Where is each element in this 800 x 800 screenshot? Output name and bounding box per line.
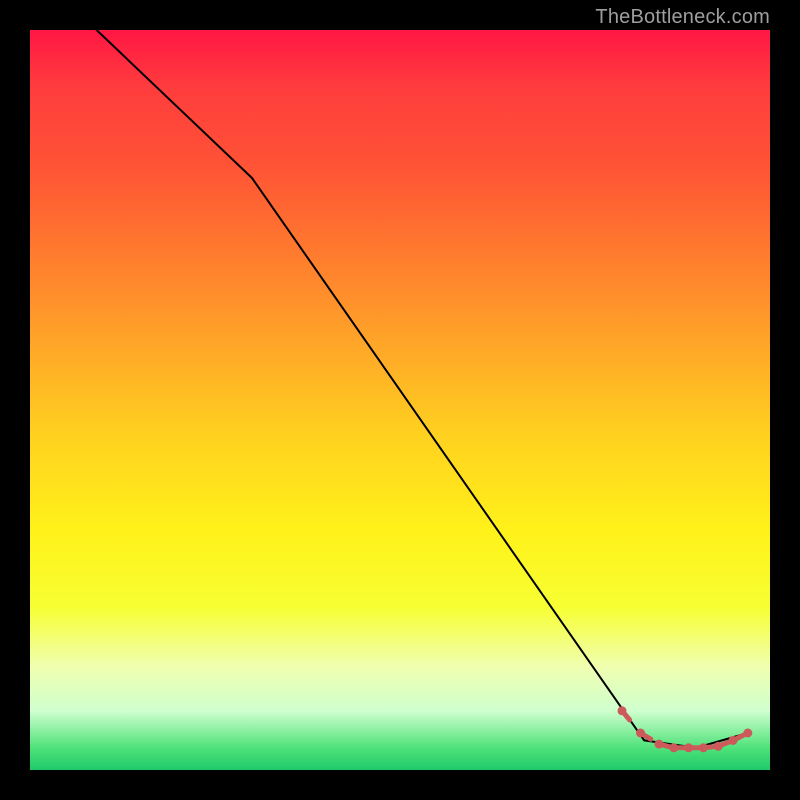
data-point	[729, 736, 738, 745]
data-point	[699, 743, 708, 752]
dash-segment	[644, 735, 651, 739]
data-point	[743, 729, 752, 738]
data-point	[669, 743, 678, 752]
watermark-text: TheBottleneck.com	[595, 6, 770, 29]
dashed-points-group	[618, 706, 753, 752]
dash-segment	[663, 745, 670, 747]
dash-segment	[737, 735, 744, 739]
chart-svg	[30, 30, 770, 770]
dash-segment	[707, 747, 714, 748]
data-point	[636, 729, 645, 738]
data-point	[714, 742, 723, 751]
dash-segment	[625, 714, 630, 720]
data-point	[618, 706, 627, 715]
plot-area	[30, 30, 770, 770]
data-point	[655, 740, 664, 749]
main-curve-path	[97, 30, 748, 748]
data-point	[684, 743, 693, 752]
dash-segment	[722, 742, 729, 745]
chart-frame: TheBottleneck.com	[0, 0, 800, 800]
